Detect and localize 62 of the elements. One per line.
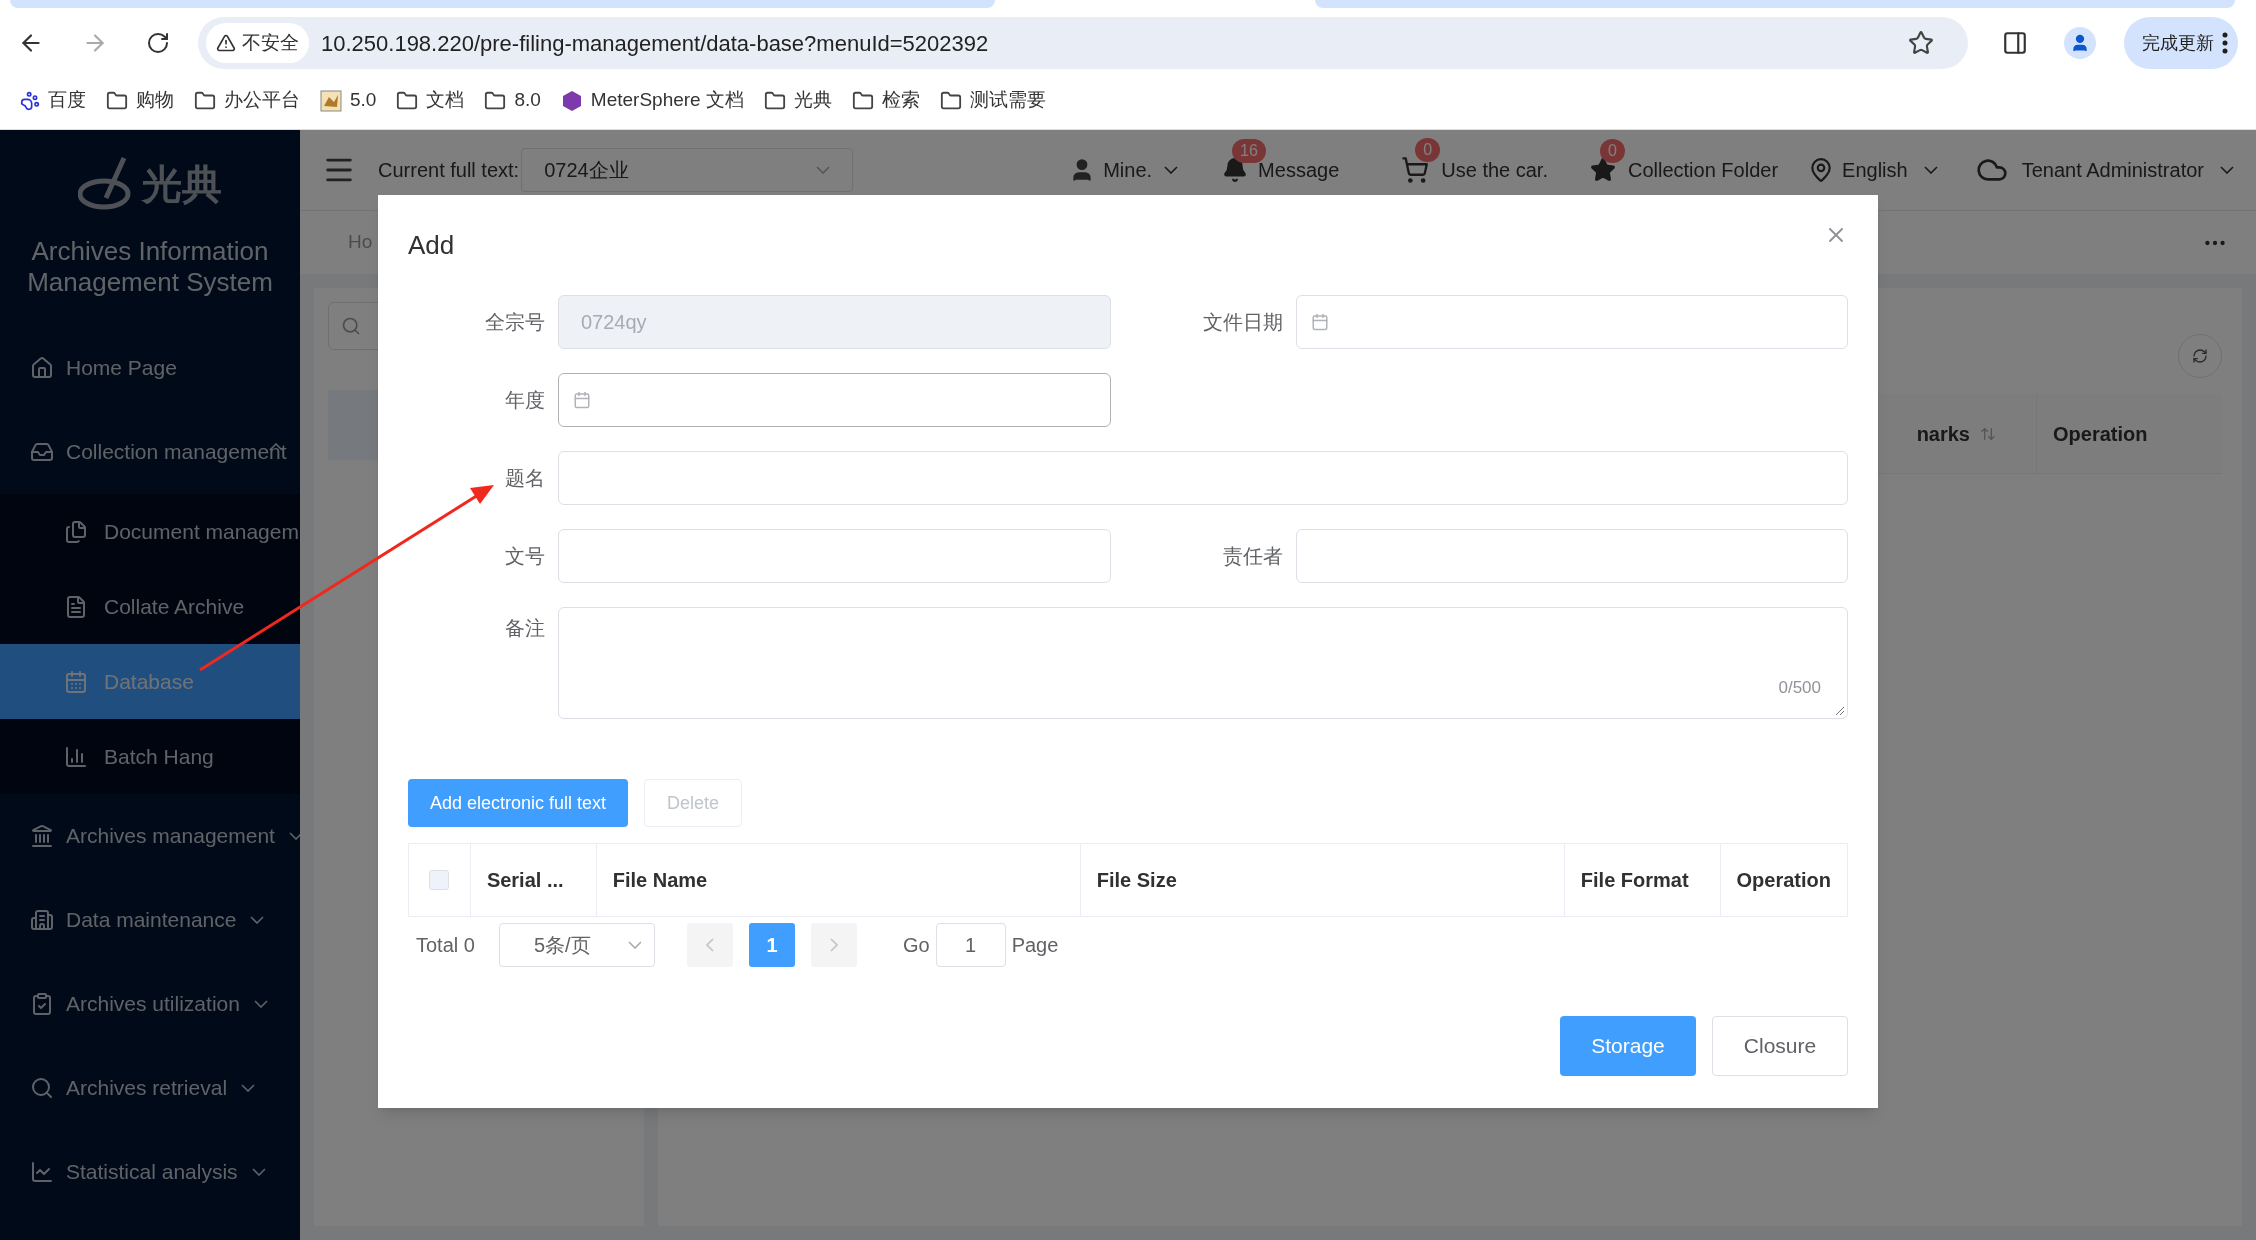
page-label: Page [1011,933,1059,958]
field-label: 题名 [505,466,545,491]
menu-item[interactable]: Collection management [0,410,300,494]
field-label: 年度 [505,388,545,413]
bookmark-link[interactable]: 5.0 [350,86,377,115]
column-header: Operation [2053,421,2148,447]
full-text-label: Current full text: [378,158,520,183]
dialog-title: Add [408,228,455,262]
menu-item[interactable]: Data maintenance [0,878,300,962]
menu-item[interactable]: Statistical analysis [0,1130,300,1214]
column-header: Operation [1736,868,1831,893]
field-label: 全宗号 [485,310,545,335]
url-text: 10.250.198.220/pre-filing-management/data-base?menuId=5202392 [321,29,989,58]
full-text-select[interactable]: 0724企业 [521,148,854,192]
count-badge: 16 [1232,139,1266,163]
character-counter: 0/500 [1778,676,1821,699]
update-button[interactable]: 完成更新 [2124,17,2238,69]
address-bar[interactable]: 不安全 10.250.198.220/pre-filing-management/data-base?menuId=5202392 [198,17,1968,69]
user-menu[interactable]: Mine. [1103,155,1153,185]
go-label: Go [902,933,930,958]
bookmark-link[interactable]: 购物 [136,86,174,115]
bookmark-link[interactable]: 8.0 [514,86,541,115]
column-header: narks [1916,421,1970,447]
page-number-field[interactable]: 1 [935,923,1006,967]
add-button[interactable]: Add electronic full text [408,779,629,827]
bookmark-link[interactable]: MeterSphere 文档 [590,86,744,115]
count-badge: 0 [1415,138,1441,162]
collection-link[interactable]: Collection Folder [1628,155,1779,185]
menu-item[interactable]: Home Page [0,326,300,410]
system-title: Archives Information Management System [26,236,274,298]
bookmark-link[interactable]: 测试需要 [969,86,1046,115]
page-size-select[interactable]: 5条/页 [498,923,655,967]
field-label: 备注 [505,616,545,641]
bookmark-link[interactable]: 文档 [426,86,465,115]
security-chip[interactable]: 不安全 [206,23,309,63]
bookmark-link[interactable]: 检索 [881,86,920,115]
column-header: File Name [612,868,708,893]
language-select[interactable]: English [1842,155,1908,185]
column-header: Serial ... [486,868,564,893]
submenu-item[interactable]: Document managem [0,494,300,569]
bookmark-link[interactable]: 百度 [48,86,86,115]
closure-button[interactable]: Closure [1712,1016,1848,1076]
remarks-textarea[interactable]: 0/500 [558,607,1848,719]
column-header: File Size [1096,868,1177,893]
menu-item[interactable]: Archives retrieval [0,1046,300,1130]
logo-text: 光典 [142,161,222,208]
tenant-menu[interactable]: Tenant Administrator [2021,155,2204,185]
submenu-item[interactable]: Collate Archive [0,569,300,644]
column-header: File Format [1580,868,1689,893]
bookmark-link[interactable]: 光典 [793,86,832,115]
storage-button[interactable]: Storage [1560,1016,1696,1076]
field-label: 文号 [505,544,545,569]
count-badge: 0 [1600,139,1625,163]
page-button[interactable]: 1 [748,923,795,967]
menu-item[interactable]: Archives management [0,794,300,878]
field-label: 责任者 [1222,544,1283,569]
bookmark-link[interactable]: 办公平台 [224,86,300,115]
field-label: 文件日期 [1202,310,1283,335]
total-count: Total 0 [416,933,475,958]
cart-link[interactable]: Use the car. [1441,155,1548,185]
menu-item[interactable]: Archives utilization [0,962,300,1046]
submenu-item[interactable]: Batch Hang [0,719,300,794]
